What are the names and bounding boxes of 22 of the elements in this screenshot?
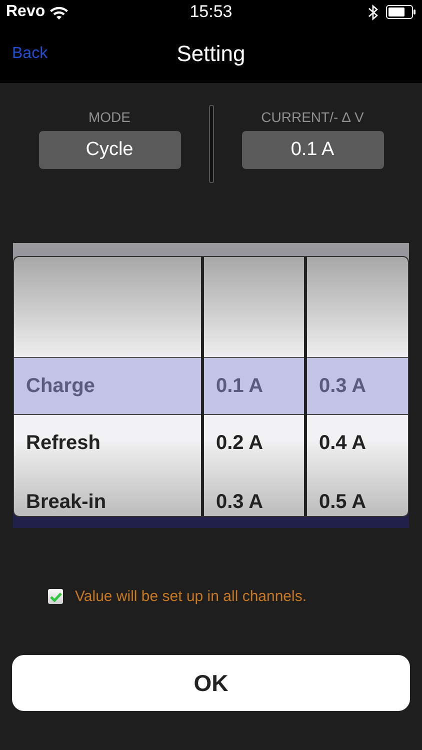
picker-option[interactable]: Break-in [14,472,201,516]
picker-option[interactable]: 0.2 A [204,415,304,472]
carrier-name: Revo [6,3,46,21]
battery-icon [386,5,416,19]
checkbox-label: Value will be set up in all channels. [75,588,307,605]
setting-label: CURRENT/- ∆ V [261,109,364,125]
screen-title: Setting [176,40,246,66]
picker-option[interactable]: 0.3 A [307,358,408,415]
picker-option[interactable]: 0.5 A [307,472,408,516]
picker-option[interactable]: Charge [14,358,201,415]
wifi-icon [49,4,70,20]
ok-button[interactable]: OK [12,655,410,711]
clock-time: 15:53 [190,2,232,22]
setting-value[interactable]: Cycle [38,131,180,169]
picker-option[interactable]: 0.3 A [204,472,304,516]
checkbox[interactable] [48,589,63,604]
picker-option[interactable]: 0.1 A [204,358,304,415]
picker-option[interactable]: 0.4 A [307,415,408,472]
bluetooth-icon [368,4,378,20]
setting-label: MODE [88,109,130,125]
setting-value[interactable]: 0.1 A [242,131,384,169]
picker-option[interactable]: Refresh [14,415,201,472]
